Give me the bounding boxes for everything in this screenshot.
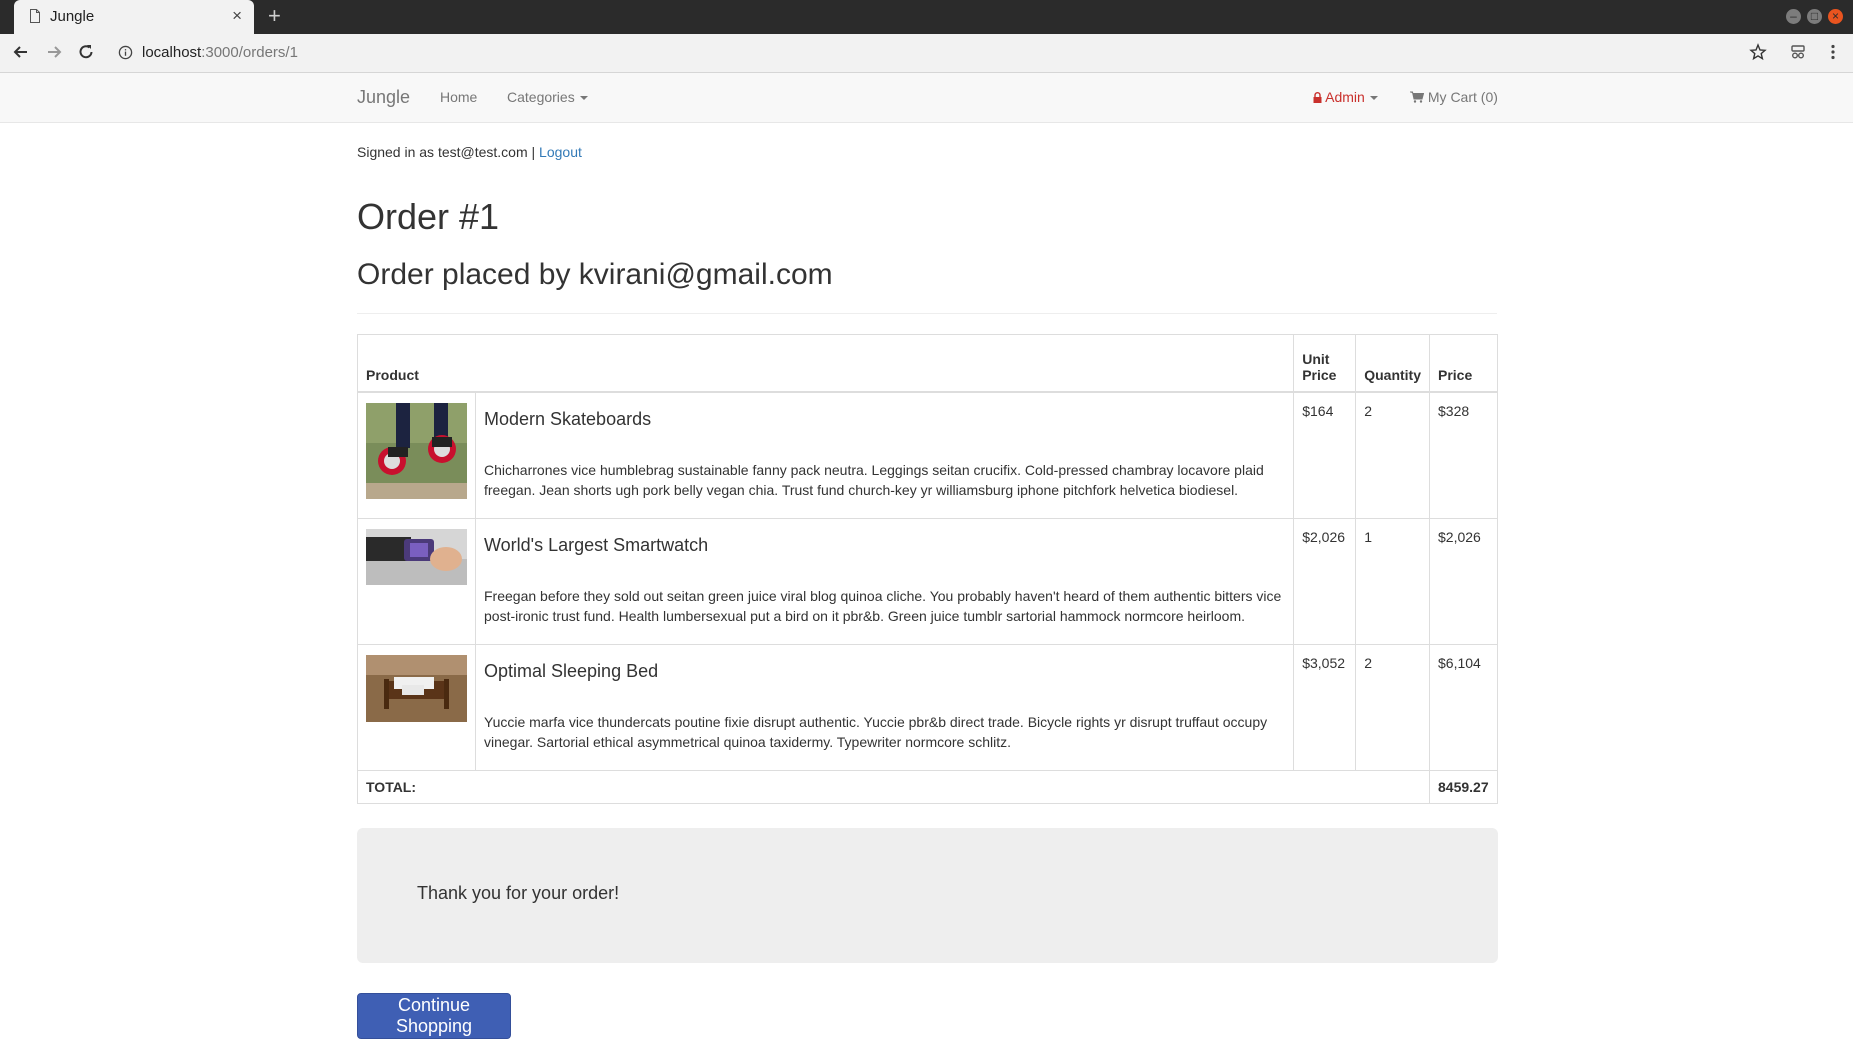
unit-price: $164 <box>1293 391 1357 519</box>
forward-arrow-icon[interactable] <box>44 42 64 62</box>
menu-kebab-icon[interactable] <box>1824 43 1842 61</box>
nav-categories-dropdown[interactable]: Categories <box>507 89 588 105</box>
site-info-icon[interactable] <box>118 45 133 60</box>
product-description: Chicharrones vice humblebrag sustainable… <box>484 462 1264 498</box>
product-image-cell <box>357 391 476 519</box>
table-row: World's Largest Smartwatch Freegan befor… <box>357 517 1498 645</box>
product-name: Modern Skateboards <box>484 409 652 429</box>
page-title: Order #1 <box>357 196 500 237</box>
product-description: Yuccie marfa vice thundercats poutine fi… <box>484 713 1268 750</box>
url-path: :3000/orders/1 <box>201 44 298 61</box>
thank-you-message: Thank you for your order! <box>417 883 620 903</box>
tab-close-icon[interactable]: × <box>232 6 242 26</box>
reload-icon[interactable] <box>76 42 96 62</box>
lock-icon <box>1313 92 1322 103</box>
total-label: TOTAL: <box>357 769 1430 804</box>
quantity: 1 <box>1355 517 1430 645</box>
window-controls: – □ × <box>1786 9 1843 24</box>
bookmark-star-icon[interactable] <box>1749 43 1767 61</box>
browser-tab[interactable]: Jungle × <box>14 0 254 34</box>
product-image-cell <box>357 643 476 771</box>
cart-icon <box>1410 91 1425 103</box>
caret-down-icon <box>1369 96 1378 101</box>
browser-titlebar: Jungle × + – □ × <box>0 0 1853 34</box>
nav-cart-label: My Cart (0) <box>1427 89 1498 105</box>
smartwatch-photo <box>366 528 467 585</box>
table-row: Optimal Sleeping Bed Yuccie marfa vice t… <box>357 643 1498 771</box>
table-header-row: Product Unit Price Quantity Price <box>356 334 1498 393</box>
logout-link[interactable]: Logout <box>539 144 582 160</box>
nav-cart[interactable]: My Cart (0) <box>1410 89 1498 105</box>
product-info-cell: Modern Skateboards Chicharrones vice hum… <box>474 391 1295 519</box>
bed-photo <box>366 654 467 722</box>
quantity: 2 <box>1355 643 1430 771</box>
order-table: Product Unit Price Quantity Price Modern… <box>356 334 1498 804</box>
browser-toolbar: localhost:3000/orders/1 <box>0 34 1853 73</box>
product-description: Freegan before they sold out seitan gree… <box>484 587 1282 624</box>
product-image-cell <box>357 517 476 645</box>
nav-home[interactable]: Home <box>440 89 477 105</box>
nav-admin-label: Admin <box>1325 89 1365 105</box>
extension-icon[interactable] <box>1789 43 1807 61</box>
product-info-cell: Optimal Sleeping Bed Yuccie marfa vice t… <box>474 643 1295 771</box>
product-name: Optimal Sleeping Bed <box>484 660 659 681</box>
skateboard-photo <box>366 403 467 499</box>
caret-down-icon <box>579 96 588 101</box>
header-quantity: Quantity <box>1355 334 1430 393</box>
nav-categories-label: Categories <box>507 89 575 105</box>
product-name: World's Largest Smartwatch <box>484 534 709 555</box>
signed-in-text: Signed in as test@test.com | <box>357 144 536 160</box>
signed-in-line: Signed in as test@test.com | Logout <box>357 144 582 160</box>
url-host: localhost <box>142 44 202 61</box>
unit-price: $2,026 <box>1293 517 1357 645</box>
address-bar[interactable]: localhost:3000/orders/1 <box>142 44 298 61</box>
maximize-icon[interactable]: □ <box>1807 9 1822 24</box>
site-navbar: Jungle Home Categories Admin My Cart (0) <box>0 73 1853 123</box>
brand-link[interactable]: Jungle <box>357 87 410 108</box>
table-row: Modern Skateboards Chicharrones vice hum… <box>357 391 1498 519</box>
new-tab-icon[interactable]: + <box>268 3 281 29</box>
continue-shopping-button[interactable]: Continue Shopping <box>357 993 511 1039</box>
order-placed-by: Order placed by kvirani@gmail.com <box>357 258 833 291</box>
header-product: Product <box>356 334 1295 393</box>
nav-admin-dropdown[interactable]: Admin <box>1313 89 1378 105</box>
document-icon <box>30 9 40 23</box>
total-row: TOTAL: 8459.27 <box>357 769 1498 804</box>
total-value: 8459.27 <box>1429 769 1498 804</box>
minimize-icon[interactable]: – <box>1786 9 1801 24</box>
back-arrow-icon[interactable] <box>11 42 31 62</box>
unit-price: $3,052 <box>1293 643 1357 771</box>
thank-you-panel: Thank you for your order! <box>357 828 1498 963</box>
price: $328 <box>1429 391 1498 519</box>
window-close-icon[interactable]: × <box>1828 9 1843 24</box>
product-info-cell: World's Largest Smartwatch Freegan befor… <box>474 517 1295 645</box>
quantity: 2 <box>1355 391 1430 519</box>
price: $2,026 <box>1429 517 1498 645</box>
divider <box>357 313 1497 314</box>
tab-title: Jungle <box>50 8 95 25</box>
price: $6,104 <box>1429 643 1498 771</box>
header-unit-price: Unit Price <box>1293 334 1357 393</box>
header-price: Price <box>1429 334 1498 393</box>
